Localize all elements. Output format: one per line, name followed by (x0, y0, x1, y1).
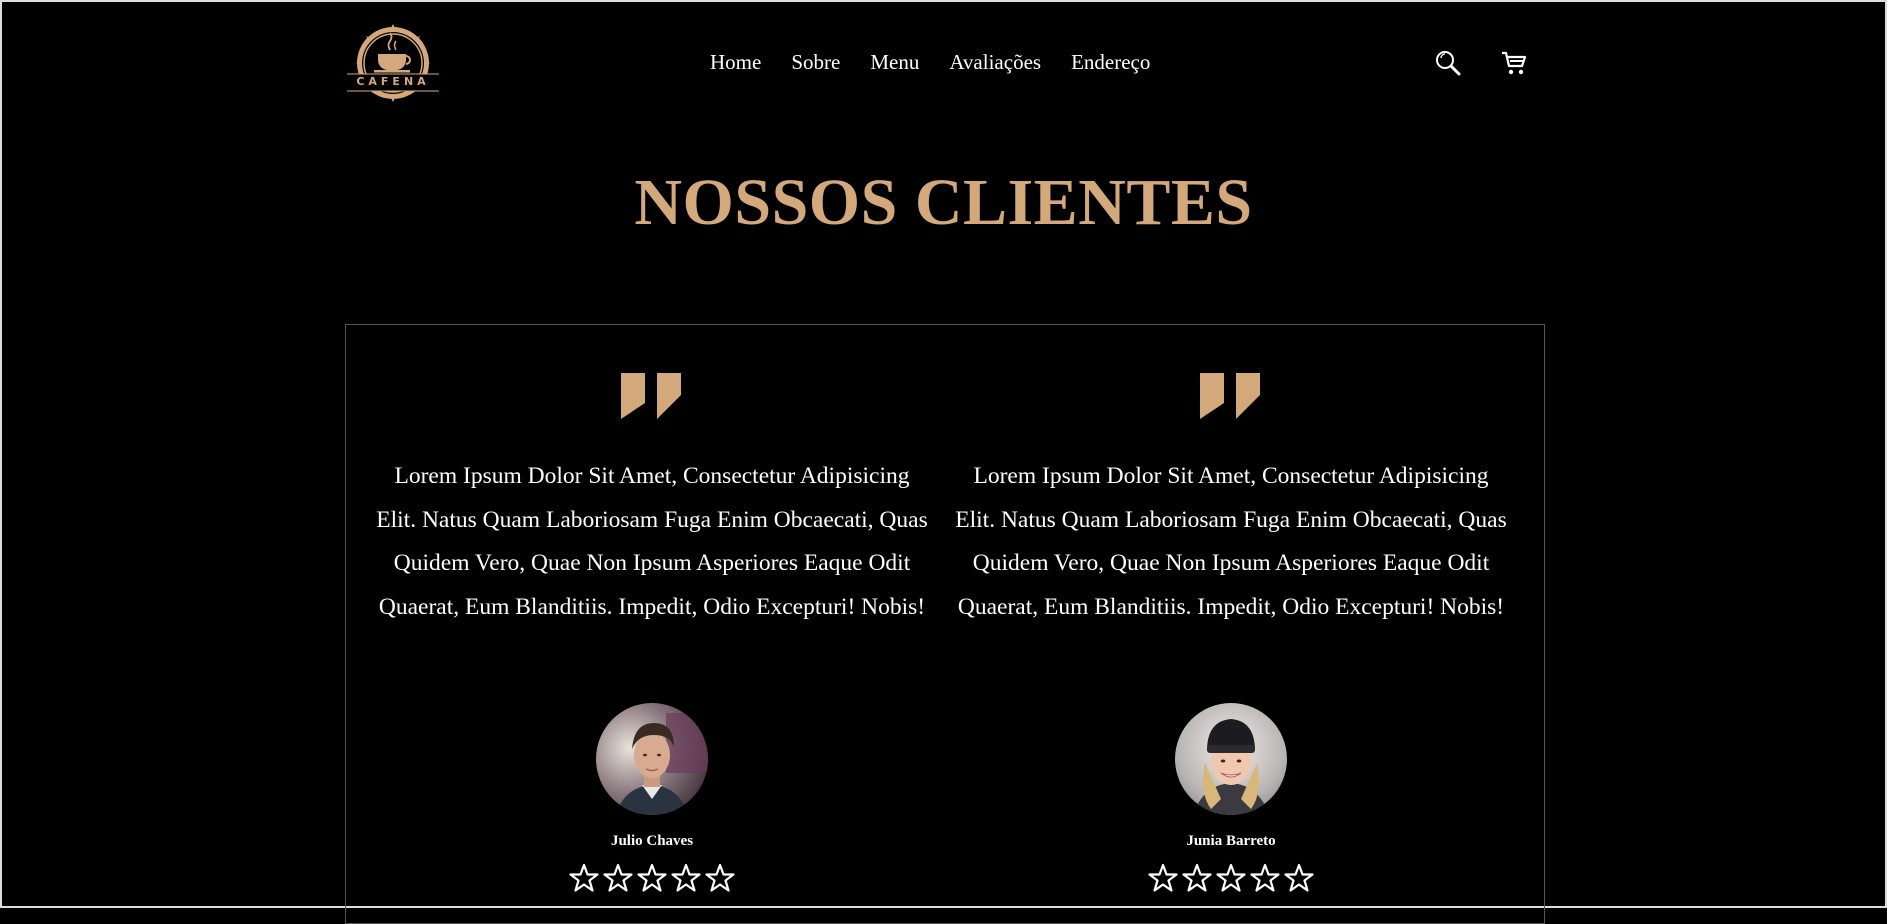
star-icon[interactable] (1148, 863, 1178, 893)
section-title: NOSSOS CLIENTES (634, 166, 1253, 239)
nav-sobre[interactable]: Sobre (791, 50, 840, 75)
star-icon[interactable] (1250, 863, 1280, 893)
header-actions (1434, 49, 1528, 77)
reviews-container: Lorem Ipsum Dolor Sit Amet, Consectetur … (345, 324, 1545, 924)
nav-endereco[interactable]: Endereço (1071, 50, 1150, 75)
star-icon[interactable] (1182, 863, 1212, 893)
cafena-logo[interactable]: CAFENA (344, 22, 442, 104)
cart-icon[interactable] (1500, 49, 1528, 77)
reviewer-photo (1175, 703, 1287, 815)
star-icon[interactable] (705, 863, 735, 893)
reviewer-photo (596, 703, 708, 815)
reviewer-name: Julio Chaves (610, 833, 694, 849)
search-icon[interactable] (1434, 49, 1462, 77)
nav-home[interactable]: Home (710, 50, 761, 75)
star-icon[interactable] (569, 863, 599, 893)
logo-wordmark: CAFENA (356, 75, 430, 88)
avatar (596, 703, 708, 815)
star-icon[interactable] (1216, 863, 1246, 893)
review-card: Lorem Ipsum Dolor Sit Amet, Consectetur … (955, 325, 1507, 923)
quote-icon (621, 373, 681, 419)
nav-menu[interactable]: Menu (870, 50, 919, 75)
star-icon[interactable] (637, 863, 667, 893)
star-icon[interactable] (671, 863, 701, 893)
star-icon[interactable] (1284, 863, 1314, 893)
rating-stars (1148, 863, 1314, 893)
main-nav: Home Sobre Menu Avaliações Endereço (710, 50, 1150, 75)
review-text: Lorem Ipsum Dolor Sit Amet, Consectetur … (955, 463, 1507, 620)
reviewer-name: Junia Barreto (1186, 833, 1276, 849)
star-icon[interactable] (603, 863, 633, 893)
review-text: Lorem Ipsum Dolor Sit Amet, Consectetur … (376, 463, 928, 620)
site-header: CAFENA Home Sobre Menu Avaliações Endere… (2, 2, 1885, 122)
avatar (1175, 703, 1287, 815)
review-card: Lorem Ipsum Dolor Sit Amet, Consectetur … (376, 325, 928, 923)
quote-icon (1200, 373, 1260, 419)
rating-stars (569, 863, 735, 893)
nav-avaliacoes[interactable]: Avaliações (949, 50, 1041, 75)
coffee-cup-logo-icon (347, 24, 439, 102)
